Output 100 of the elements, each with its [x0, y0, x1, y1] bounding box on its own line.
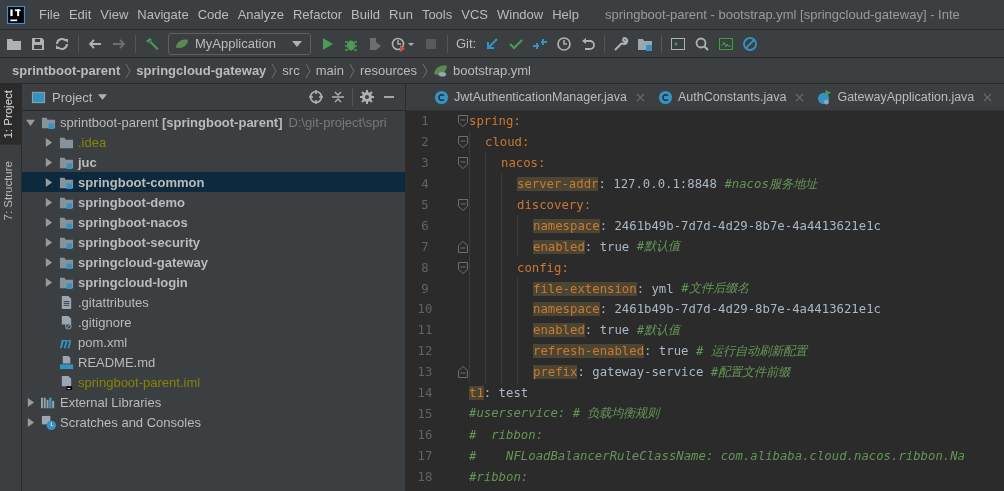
expand-arrow-icon[interactable]	[44, 237, 53, 247]
yaml-value: : 2461b49b-7d7d-4d29-8b7e-4a4413621e1c	[599, 218, 881, 233]
breadcrumb-item[interactable]: main	[315, 63, 344, 78]
expand-arrow-icon[interactable]	[44, 137, 53, 147]
tree-item[interactable]: pom.xml	[78, 334, 128, 350]
save-icon[interactable]	[30, 35, 46, 52]
expand-arrow-icon[interactable]	[44, 217, 53, 227]
close-icon[interactable]	[636, 92, 646, 102]
menu-item[interactable]: File	[34, 7, 64, 22]
breadcrumb-item[interactable]: springcloud-gateway	[136, 63, 267, 78]
undo-icon[interactable]	[580, 35, 597, 52]
line-number: 18	[416, 469, 434, 484]
code-comment: #文件后缀名	[681, 280, 749, 298]
monitor-icon[interactable]	[718, 35, 735, 52]
tree-item[interactable]: Scratches and Consoles	[60, 414, 201, 430]
run-configuration-dropdown[interactable]: MyApplication	[168, 32, 311, 55]
tool-window-tab[interactable]: 1: Project	[0, 84, 21, 145]
locate-icon[interactable]	[308, 89, 324, 105]
tool-window-tab[interactable]: 7: Structure	[0, 154, 21, 227]
expand-arrow-icon[interactable]	[44, 197, 53, 207]
menu-item[interactable]: Window	[491, 7, 548, 22]
fold-marker-icon[interactable]	[458, 240, 468, 253]
fold-marker-icon[interactable]	[458, 199, 468, 211]
line-number: 12	[416, 344, 434, 359]
tree-item[interactable]: sprintboot-parent [springboot-parent]	[60, 114, 283, 130]
yaml-key: config	[517, 260, 562, 275]
menu-item[interactable]: Analyze	[232, 7, 288, 22]
menu-item[interactable]: Run	[384, 7, 417, 22]
expand-arrow-icon[interactable]	[26, 417, 35, 427]
tree-item[interactable]: springboot-security	[78, 234, 201, 250]
tree-item[interactable]: springcloud-gateway	[78, 254, 209, 270]
code-comment: #默认值	[636, 238, 681, 256]
breadcrumb-item[interactable]: resources	[359, 63, 417, 78]
git-label: Git:	[455, 36, 477, 51]
fold-marker-icon[interactable]	[458, 136, 468, 149]
menu-item[interactable]: Tools	[416, 7, 457, 22]
menu-item[interactable]: VCS	[456, 7, 492, 22]
yaml-value: : true	[584, 323, 630, 338]
wrench-icon[interactable]	[613, 35, 630, 52]
yaml-file-icon	[432, 63, 448, 78]
expand-arrow-icon[interactable]	[44, 277, 53, 287]
fold-marker-icon[interactable]	[458, 366, 468, 379]
line-number: 9	[420, 281, 430, 296]
collapse-icon[interactable]	[330, 89, 346, 105]
tree-item[interactable]: springboot-nacos	[78, 214, 188, 230]
caret-icon[interactable]	[98, 94, 108, 100]
code-comment: # ribbon:	[469, 427, 544, 442]
tree-item[interactable]: springboot-demo	[78, 194, 185, 210]
close-icon[interactable]	[795, 92, 805, 102]
menu-item[interactable]: Code	[192, 7, 233, 22]
hammer-icon[interactable]	[144, 35, 160, 52]
no-entry-icon[interactable]	[742, 35, 759, 52]
search-icon[interactable]	[694, 35, 711, 52]
terminal-icon[interactable]	[670, 35, 687, 52]
tree-item[interactable]: juc	[78, 154, 97, 170]
tree-item[interactable]: .gitignore	[78, 314, 132, 330]
line-number: 8	[420, 260, 430, 275]
update-arrow-icon[interactable]	[484, 35, 501, 52]
expand-arrow-icon[interactable]	[26, 397, 35, 407]
yaml-key: t1	[469, 386, 484, 400]
fold-marker-icon[interactable]	[458, 261, 468, 274]
breadcrumb-item[interactable]: src	[282, 63, 300, 78]
editor-tab[interactable]: JwtAuthenticationManager.java	[406, 84, 651, 110]
panel-title[interactable]: Project	[52, 89, 93, 105]
text-file-icon	[59, 294, 74, 310]
expand-arrow-icon[interactable]	[26, 117, 35, 127]
menu-item[interactable]: Build	[346, 7, 384, 22]
tree-item[interactable]: springcloud-login	[78, 274, 188, 290]
yaml-value: : gateway-service	[577, 365, 704, 380]
menu-item[interactable]: Edit	[63, 7, 96, 22]
yaml-key: nacos	[501, 156, 539, 171]
close-icon[interactable]	[983, 92, 993, 102]
ignore-file-icon	[59, 314, 74, 330]
settings-icon[interactable]	[359, 89, 375, 105]
breadcrumb-item[interactable]: sprintboot-parent	[12, 63, 121, 78]
tree-item[interactable]: External Libraries	[60, 394, 162, 410]
tree-item[interactable]: README.md	[78, 354, 156, 370]
expand-arrow-icon[interactable]	[44, 157, 53, 167]
yaml-key: enabled	[533, 239, 585, 254]
line-number: 1	[420, 114, 430, 129]
expand-arrow-icon[interactable]	[44, 177, 53, 187]
app-logo-icon	[7, 5, 25, 24]
profiler-icon[interactable]	[390, 35, 415, 52]
menu-item[interactable]: Navigate	[132, 7, 193, 22]
code-comment: # NFLoadBalancerRuleClassName: com.alibaba.cloud.nacos.ribbon.Na	[469, 448, 966, 463]
tree-item[interactable]: .gitattributes	[78, 294, 149, 310]
expand-arrow-icon[interactable]	[44, 257, 53, 267]
yaml-key: prefix	[533, 365, 578, 380]
line-number: 3	[420, 156, 430, 171]
fold-marker-icon[interactable]	[458, 157, 468, 170]
sync-icon[interactable]	[54, 35, 70, 52]
editor-tab[interactable]: AuthConstants.java	[650, 84, 810, 110]
editor-tab[interactable]: GatewayApplication.java	[809, 84, 998, 110]
fold-marker-icon[interactable]	[458, 115, 468, 128]
breadcrumb-item[interactable]: bootstrap.yml	[452, 63, 531, 78]
menu-item[interactable]: Refactor	[287, 7, 347, 22]
yaml-value: : 2461b49b-7d7d-4d29-8b7e-4a4413621e1c	[599, 302, 881, 317]
menu-item[interactable]: View	[95, 7, 133, 22]
menu-item[interactable]: Help	[547, 7, 583, 22]
clock-icon[interactable]	[556, 35, 573, 52]
